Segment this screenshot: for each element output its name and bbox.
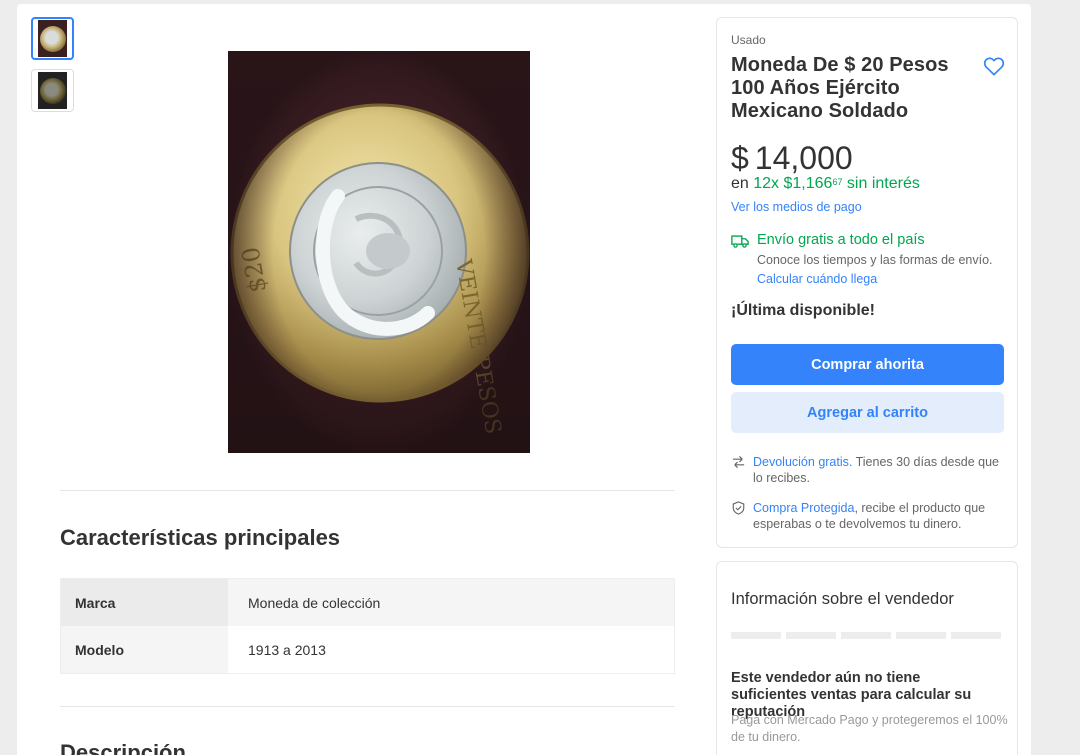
reputation-segment xyxy=(786,632,836,639)
free-return-link[interactable]: Devolución gratis. xyxy=(753,455,852,469)
installments-suffix: sin interés xyxy=(846,175,920,192)
table-row: Modelo 1913 a 2013 xyxy=(61,626,674,673)
thumbnail-1[interactable] xyxy=(31,17,74,60)
specs-table: Marca Moneda de colección Modelo 1913 a … xyxy=(60,578,675,674)
reputation-thermometer xyxy=(731,632,1001,639)
coin-image: VEINTE PESOS $20 xyxy=(228,51,530,453)
price: $14,000 xyxy=(731,140,853,177)
price-amount: 14,000 xyxy=(754,140,853,176)
reputation-segment xyxy=(951,632,1001,639)
seller-title: Información sobre el vendedor xyxy=(731,590,954,608)
truck-icon xyxy=(731,235,749,248)
product-title: Moneda De $ 20 Pesos 100 Años Ejército M… xyxy=(731,54,949,122)
condition-label: Usado xyxy=(731,33,766,47)
buy-now-button[interactable]: Comprar ahorita xyxy=(731,344,1004,385)
main-product-image[interactable]: VEINTE PESOS $20 xyxy=(228,51,530,453)
spec-value: 1913 a 2013 xyxy=(228,626,674,673)
price-currency: $ xyxy=(731,140,749,176)
installments-cents: 67 xyxy=(832,177,843,187)
reputation-segment xyxy=(896,632,946,639)
stock-notice: ¡Última disponible! xyxy=(731,302,875,319)
spec-value: Moneda de colección xyxy=(228,579,674,626)
divider xyxy=(60,706,675,707)
seller-info-box: Información sobre el vendedor Este vende… xyxy=(716,561,1018,755)
heart-icon[interactable] xyxy=(983,56,1005,76)
protected-purchase: Compra Protegida, recibe el producto que… xyxy=(731,500,1011,532)
add-to-cart-button[interactable]: Agregar al carrito xyxy=(731,392,1004,433)
return-policy: Devolución gratis. Tienes 30 días desde … xyxy=(731,454,1011,486)
payment-methods-link[interactable]: Ver los medios de pago xyxy=(731,200,862,214)
installments-amount: 1,166 xyxy=(792,175,833,192)
spec-key: Marca xyxy=(61,579,228,626)
protected-purchase-link[interactable]: Compra Protegida xyxy=(753,501,854,515)
installments: en 12x $1,16667 sin interés xyxy=(731,175,920,193)
buy-box: Usado Moneda De $ 20 Pesos 100 Años Ejér… xyxy=(716,17,1018,548)
seller-protection-note: Paga con Mercado Pago y protegeremos el … xyxy=(731,713,1008,744)
reputation-segment xyxy=(841,632,891,639)
calculate-delivery-link[interactable]: Calcular cuándo llega xyxy=(757,272,877,286)
divider xyxy=(60,490,675,491)
specs-title: Características principales xyxy=(60,525,341,550)
shipping-title: Envío gratis a todo el país xyxy=(757,232,925,248)
thumbnail-list xyxy=(31,17,74,121)
thumbnail-2[interactable] xyxy=(31,69,74,112)
return-arrow-icon xyxy=(732,455,745,469)
description-title: Descripción xyxy=(60,740,186,755)
table-row: Marca Moneda de colección xyxy=(61,579,674,626)
thumbnail-image xyxy=(38,72,67,109)
spec-key: Modelo xyxy=(61,626,228,673)
shipping-subtitle: Conoce los tiempos y las formas de envío… xyxy=(757,253,993,267)
thumbnail-image xyxy=(38,20,67,57)
reputation-segment xyxy=(731,632,781,639)
installments-count: 12x xyxy=(753,175,780,192)
shield-check-icon xyxy=(732,501,745,515)
installments-prefix: en xyxy=(731,175,749,192)
